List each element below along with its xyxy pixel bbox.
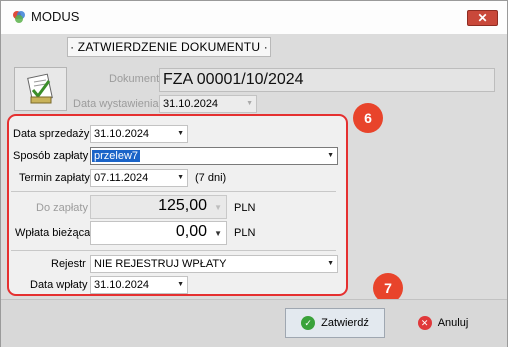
close-window-button[interactable]: ✕ bbox=[467, 10, 498, 26]
modus-app-icon bbox=[13, 11, 25, 23]
payment-term-days: (7 dni) bbox=[195, 172, 227, 184]
payment-term-picker[interactable]: 07.11.2024 ▼ bbox=[90, 169, 188, 187]
chevron-down-icon[interactable]: ▼ bbox=[214, 224, 222, 244]
section-title: · ZATWIERDZENIE DOKUMENTU · bbox=[67, 37, 271, 57]
confirm-button[interactable]: ✓ Zatwierdź bbox=[285, 308, 385, 338]
chevron-down-icon[interactable]: ▼ bbox=[327, 148, 334, 164]
current-payment-currency: PLN bbox=[234, 227, 256, 239]
document-number-field: FZA 00001/10/2024 bbox=[159, 68, 495, 92]
window-title: MODUS bbox=[31, 9, 80, 24]
to-pay-value: 125,00 bbox=[158, 197, 207, 214]
document-approve-icon-button[interactable] bbox=[14, 67, 67, 111]
sale-date-label: Data sprzedaży bbox=[13, 128, 90, 140]
issue-date-label: Data wystawienia bbox=[73, 98, 159, 110]
title-bar: MODUS ✕ bbox=[1, 1, 507, 34]
current-payment-label: Wpłata bieżąca bbox=[15, 227, 91, 239]
modus-dialog: MODUS ✕ · ZATWIERDZENIE DOKUMENTU · Doku… bbox=[0, 0, 508, 347]
payment-method-select[interactable]: przelew7 ▼ bbox=[90, 147, 338, 165]
close-circle-icon: ✕ bbox=[417, 316, 432, 331]
chevron-down-icon[interactable]: ▼ bbox=[327, 256, 334, 272]
chevron-down-icon: ▼ bbox=[214, 203, 222, 212]
cancel-label: Anuluj bbox=[437, 317, 469, 329]
register-value: NIE REJESTRUJ WPŁATY bbox=[94, 258, 227, 270]
step-badge-6: 6 bbox=[353, 103, 383, 133]
payment-term-label: Termin zapłaty bbox=[19, 172, 90, 184]
issue-date-value: 31.10.2024 bbox=[163, 98, 219, 110]
document-checkmark-icon bbox=[27, 73, 53, 104]
confirm-label: Zatwierdź bbox=[321, 317, 369, 329]
current-payment-amount-field[interactable]: 0,00 ▼ bbox=[90, 221, 227, 245]
to-pay-label: Do zapłaty bbox=[36, 202, 88, 214]
chevron-down-icon: ▼ bbox=[246, 100, 253, 107]
dialog-footer: ✓ Zatwierdź ✕ Anuluj bbox=[1, 299, 507, 347]
payment-date-value: 31.10.2024 bbox=[94, 279, 150, 291]
payment-method-value: przelew7 bbox=[92, 150, 141, 162]
chevron-down-icon[interactable]: ▼ bbox=[177, 277, 184, 293]
divider bbox=[11, 250, 336, 251]
cancel-button[interactable]: ✕ Anuluj bbox=[393, 308, 493, 338]
sale-date-value: 31.10.2024 bbox=[94, 128, 150, 140]
to-pay-currency: PLN bbox=[234, 202, 256, 214]
payment-term-value: 07.11.2024 bbox=[94, 172, 149, 184]
checkmark-icon: ✓ bbox=[301, 316, 316, 331]
payment-date-picker[interactable]: 31.10.2024 ▼ bbox=[90, 276, 188, 294]
chevron-down-icon[interactable]: ▼ bbox=[177, 170, 184, 186]
register-select[interactable]: NIE REJESTRUJ WPŁATY ▼ bbox=[90, 255, 338, 273]
register-label: Rejestr bbox=[51, 258, 86, 270]
payment-date-label: Data wpłaty bbox=[30, 279, 88, 291]
sale-date-picker[interactable]: 31.10.2024 ▼ bbox=[90, 125, 188, 143]
current-payment-value: 0,00 bbox=[175, 223, 207, 240]
to-pay-amount-field: 125,00 ▼ bbox=[90, 195, 227, 219]
issue-date-picker: 31.10.2024 ▼ bbox=[159, 95, 257, 113]
document-label: Dokument bbox=[109, 73, 160, 85]
chevron-down-icon[interactable]: ▼ bbox=[177, 126, 184, 142]
payment-method-label: Sposób zapłaty bbox=[13, 150, 89, 162]
divider bbox=[11, 191, 336, 192]
